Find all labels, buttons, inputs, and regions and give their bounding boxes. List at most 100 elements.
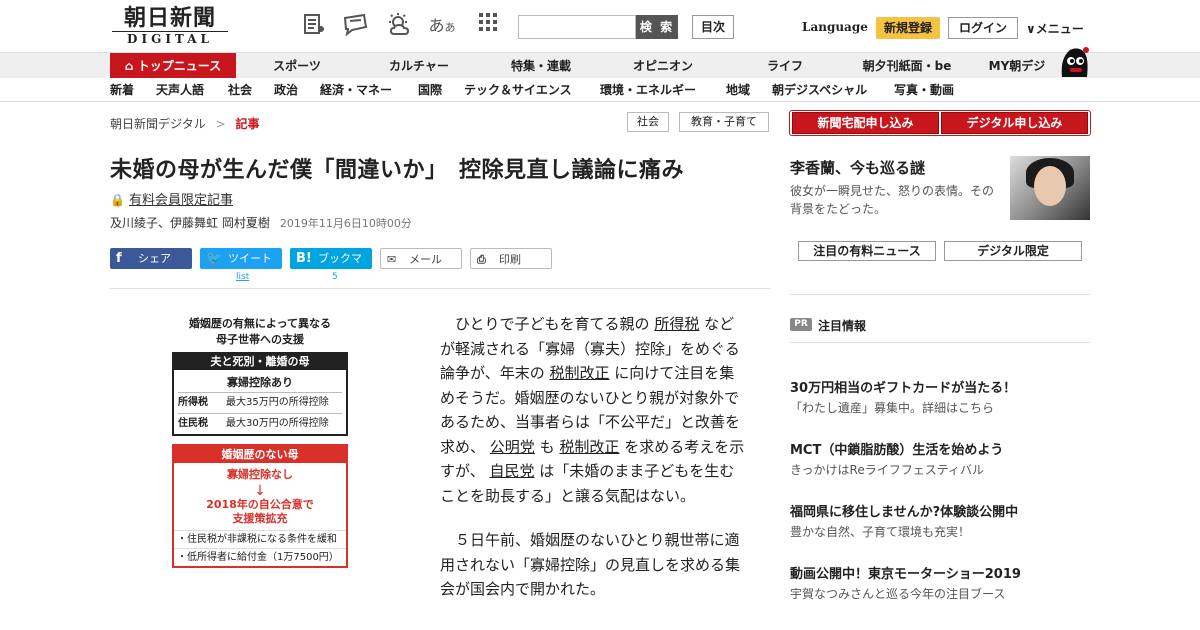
lock-icon: 🔒: [110, 193, 125, 207]
byline: 及川綾子、伊藤舞虹 岡村夏樹 2019年11月6日10時00分: [110, 214, 412, 231]
list-item: ・低所得者に給付金（1万7500円）: [174, 548, 346, 566]
home-icon: ⌂: [124, 59, 134, 73]
box-subtitle: 寡婦控除なし: [227, 468, 293, 481]
search-button[interactable]: 検 索: [636, 15, 678, 39]
text-size-icon[interactable]: ああ: [428, 12, 456, 40]
facebook-icon: f: [116, 251, 122, 266]
subnav-item-environment[interactable]: 環境・エネルギー: [600, 78, 696, 102]
text: ひとりで子どもを育てる親の: [455, 315, 650, 333]
nav-item-paper[interactable]: 朝夕刊紙面・be: [850, 53, 964, 79]
pr-item-desc: 「わたし遺産」募集中。詳細はこちら: [790, 401, 995, 415]
tweet-count[interactable]: list: [236, 272, 249, 282]
primary-nav: ⌂ トップニュース スポーツ カルチャー 特集・連載 オピニオン ライフ 朝夕刊…: [0, 52, 1200, 79]
twitter-tweet-button[interactable]: 🐦 ツイート: [200, 248, 282, 269]
mascot-icon[interactable]: [1056, 44, 1092, 78]
row-key: 住民税: [178, 418, 208, 429]
bookmark-label: ブックマーク: [318, 252, 362, 286]
nav-item-sports[interactable]: スポーツ: [250, 53, 344, 79]
subnav-item-photo[interactable]: 写真・動画: [894, 78, 954, 102]
breadcrumb: 朝日新聞デジタル > 記事: [110, 115, 260, 132]
pr-item[interactable]: 動画公開中！東京モーターショー2019 宇賀なつみさんと巡る今年の注目ブース: [790, 566, 1090, 604]
keyword-link[interactable]: 所得税: [654, 315, 699, 333]
pr-item-desc: きっかけはReライフフェスティバル: [790, 463, 984, 477]
signup-button[interactable]: 新規登録: [876, 17, 940, 39]
hatena-bookmark-button[interactable]: B! ブックマーク: [290, 248, 372, 286]
pr-section-label: 注目情報: [818, 319, 867, 333]
subnav-item-society[interactable]: 社会: [228, 78, 252, 102]
language-link[interactable]: Language: [802, 20, 868, 34]
keyword-link[interactable]: 自民党: [489, 462, 534, 480]
login-button[interactable]: ログイン: [948, 17, 1018, 39]
widowed-divorced-box: 夫と死別・離婚の母 寡婦控除あり 所得税 最大35万円の所得控除 住民税 最大30万…: [172, 352, 348, 436]
subnav-item-region[interactable]: 地域: [726, 78, 750, 102]
mail-icon: ✉: [387, 253, 397, 266]
digital-only-button[interactable]: デジタル限定: [944, 241, 1082, 261]
mail-button[interactable]: ✉ メール: [380, 248, 462, 269]
site-logo[interactable]: 朝日新聞 DIGITAL: [112, 6, 228, 46]
nav-item-opinion[interactable]: オピニオン: [616, 53, 710, 79]
nav-item-features[interactable]: 特集・連載: [494, 53, 588, 79]
mail-label: メール: [409, 253, 442, 266]
article-body: ひとりで子どもを育てる親の 所得税 などが軽減される「寡婦（寡夫）控除」をめぐる…: [440, 312, 748, 622]
keyword-link[interactable]: 税制改正: [549, 364, 609, 382]
paid-news-button[interactable]: 注目の有料ニュース: [798, 241, 936, 261]
row-value: 最大30万円の所得控除: [226, 418, 329, 429]
subnav-item-tenseijingo[interactable]: 天声人語: [156, 78, 204, 102]
pr-item[interactable]: 福岡県に移住しませんか?体験談公開中 豊かな自然、子育て環境も充実！: [790, 504, 1090, 542]
menu-button[interactable]: ∨メニュー: [1026, 20, 1084, 37]
box-header: 婚姻歴のない母: [174, 446, 346, 463]
members-only-notice[interactable]: 🔒 有料会員限定記事: [110, 189, 233, 208]
divider: [790, 342, 1090, 343]
menu-label: メニュー: [1035, 22, 1084, 36]
tag-education[interactable]: 教育・子育て: [679, 112, 769, 132]
digital-subscribe-button[interactable]: デジタル申し込み: [941, 112, 1088, 134]
subnav-item-economy[interactable]: 経済・マネー: [320, 78, 392, 102]
tweet-label: ツイート: [228, 252, 272, 265]
feature-photo[interactable]: [1010, 156, 1090, 220]
breadcrumb-current: 記事: [235, 117, 260, 131]
nav-item-top-news[interactable]: ⌂ トップニュース: [110, 53, 236, 79]
newspaper-subscribe-button[interactable]: 新聞宅配申し込み: [792, 112, 939, 134]
subnav-item-tech[interactable]: テック＆サイエンス: [464, 78, 572, 102]
weather-icon[interactable]: [385, 12, 413, 40]
printer-icon: ⎙: [477, 253, 486, 266]
keyword-link[interactable]: 税制改正: [559, 438, 619, 456]
subnav-item-latest[interactable]: 新着: [110, 78, 134, 102]
text: は「未婚のまま子どもを生むことを助長する」と譲る気配はない。: [440, 462, 735, 505]
arrow-down-icon: ↓: [254, 483, 266, 499]
toc-button[interactable]: 目次: [692, 15, 734, 39]
print-button[interactable]: ⎙ 印刷: [470, 248, 552, 269]
search-input[interactable]: [518, 15, 636, 39]
nav-item-culture[interactable]: カルチャー: [372, 53, 466, 79]
divider: [790, 294, 1090, 295]
subnav-item-politics[interactable]: 政治: [274, 78, 298, 102]
article-title: 未婚の母が生んだ僕「間違いか」 控除見直し議論に痛み: [110, 158, 685, 183]
pr-badge: PR: [790, 318, 812, 331]
authors: 及川綾子、伊藤舞虹 岡村夏樹: [110, 216, 270, 230]
logo-text-en: DIGITAL: [112, 31, 228, 46]
pr-item[interactable]: MCT（中鎖脂肪酸）生活を始めよう きっかけはReライフフェスティバル: [790, 442, 1090, 480]
bookmark-count[interactable]: 5: [332, 272, 338, 282]
chat-bubble-icon[interactable]: [342, 12, 370, 40]
box-header: 夫と死別・離婚の母: [174, 354, 346, 370]
subnav-item-special[interactable]: 朝デジスペシャル: [772, 78, 867, 102]
pr-item[interactable]: 30万円相当のギフトカードが当たる！ 「わたし遺産」募集中。詳細はこちら: [790, 380, 1090, 418]
divider: [110, 288, 770, 289]
pr-item-heading: 福岡県に移住しませんか?体験談公開中: [790, 505, 1019, 520]
table-row: 所得税 最大35万円の所得控除: [178, 392, 342, 413]
paragraph: ５日午前、婚姻歴のないひとり親世帯に適用されない「寡婦控除」の見直しを求める集会…: [440, 531, 741, 598]
tag-society[interactable]: 社会: [627, 112, 669, 132]
pr-item-desc: 豊かな自然、子育て環境も充実！: [790, 525, 971, 539]
grid-menu-icon[interactable]: [474, 12, 502, 40]
keyword-link[interactable]: 公明党: [490, 438, 535, 456]
nav-item-life[interactable]: ライフ: [738, 53, 832, 79]
facebook-share-button[interactable]: f シェア: [110, 248, 192, 269]
box-note-2: 支援策拡充: [232, 512, 288, 525]
nav-item-my-asadigi[interactable]: MY朝デジ: [980, 53, 1054, 79]
paragraph: ひとりで子どもを育てる親の 所得税 などが軽減される「寡婦（寡夫）控除」をめぐる…: [440, 312, 748, 508]
logo-text-jp: 朝日新聞: [123, 5, 216, 31]
feature-title[interactable]: 李香蘭、今も巡る謎: [790, 157, 925, 178]
subnav-item-international[interactable]: 国際: [418, 78, 442, 102]
breadcrumb-root[interactable]: 朝日新聞デジタル: [110, 117, 206, 131]
newspaper-icon[interactable]: [300, 12, 328, 40]
